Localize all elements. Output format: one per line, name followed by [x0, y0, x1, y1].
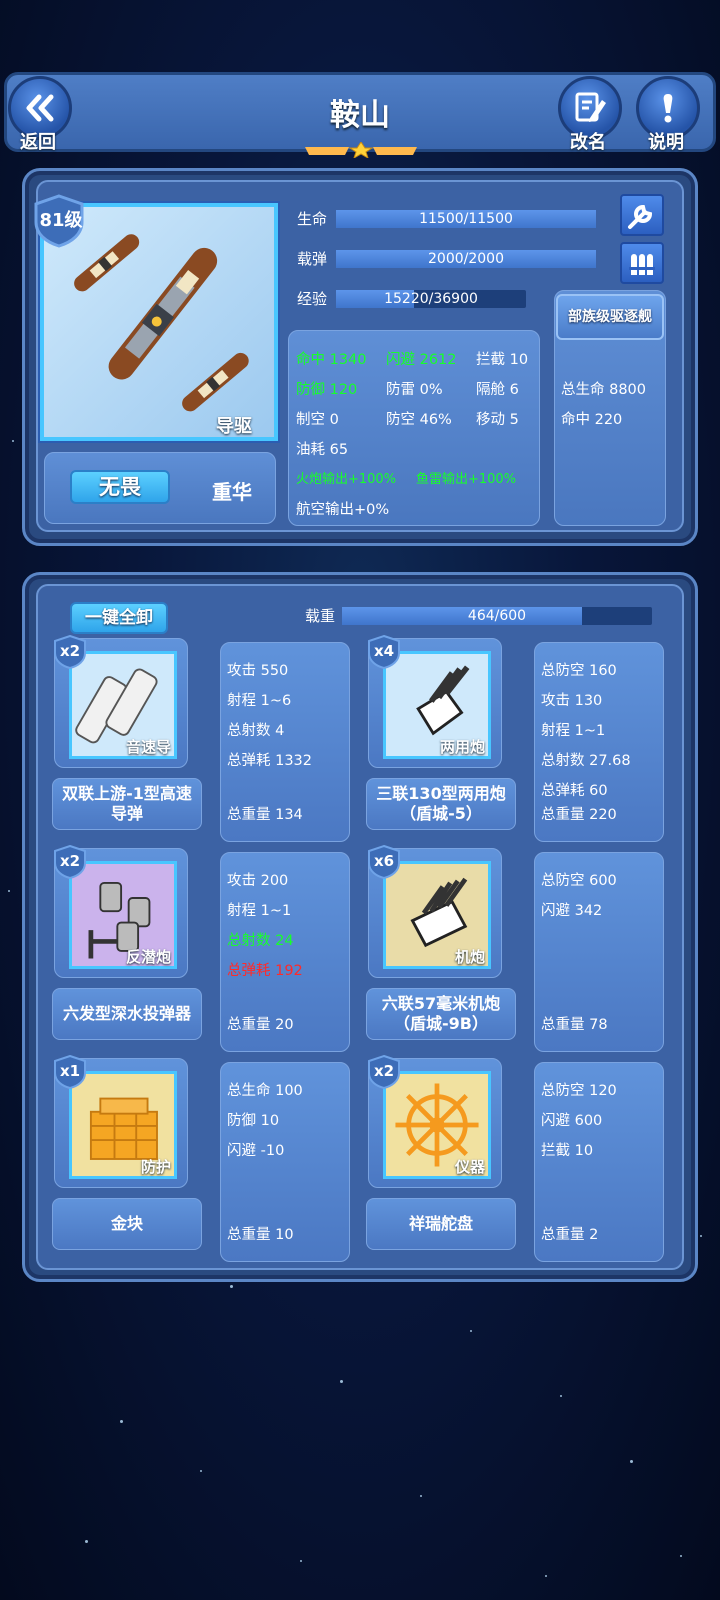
unequip-all-button[interactable]: 一键全卸: [70, 602, 168, 634]
equipment-slot-6[interactable]: x2 仪器: [368, 1055, 502, 1188]
equipment-kind: 防护: [140, 1158, 171, 1176]
equipment-stat: 总重量 134: [227, 807, 303, 823]
equipment-stat: 攻击 550: [227, 663, 289, 679]
equipment-stat: 闪避 -10: [227, 1143, 285, 1159]
equipment-stat: 总射数 24: [227, 933, 294, 949]
equipment-stat: 闪避 342: [541, 903, 603, 919]
equipment-stat: 总防空 120: [541, 1083, 617, 1099]
wrench-icon: [628, 204, 653, 229]
equipment-stat: 射程 1~6: [227, 693, 292, 709]
stat-defense: 防御 120: [296, 382, 358, 398]
stat-bulkhead: 隔舱 6: [476, 382, 519, 398]
stat-evade: 闪避 2612: [386, 352, 457, 368]
equipment-stat: 总弹耗 1332: [227, 753, 313, 769]
stat-intercept: 拦截 10: [476, 352, 529, 368]
equipment-stat: 总弹耗 192: [227, 963, 303, 979]
hp-bar: 生命 11500/11500: [290, 207, 610, 231]
equipment-stat: 拦截 10: [541, 1143, 594, 1159]
faction-label: 重华: [212, 480, 252, 504]
repair-button[interactable]: [620, 194, 664, 236]
equipment-stat: 射程 1~1: [541, 723, 606, 739]
equipment-stat: 总重量 2: [541, 1227, 599, 1243]
equipment-stat: 防御 10: [227, 1113, 280, 1129]
stat-move: 移动 5: [476, 412, 519, 428]
equipment-name: 祥瑞舵盘: [366, 1198, 516, 1250]
stat-torp-def: 防雷 0%: [386, 382, 443, 398]
weight-bar: 载重 464/600: [298, 604, 668, 628]
star-icon: [348, 142, 374, 158]
skill-button[interactable]: 无畏: [70, 470, 170, 504]
ship-level: 81级: [39, 210, 83, 231]
ammo-bar: 载弹 2000/2000: [290, 247, 610, 271]
equipment-count: x2: [373, 1062, 395, 1080]
equipment-name: 六发型深水投弹器: [52, 988, 202, 1040]
equipment-stats: 攻击 550 射程 1~6 总射数 4 总弹耗 1332 总重量 134: [220, 642, 350, 842]
equipment-count: x4: [373, 642, 395, 660]
ammo-icon: [629, 254, 655, 275]
equipment-stat: 总生命 100: [227, 1083, 303, 1099]
equipment-kind: 仪器: [454, 1158, 485, 1176]
equipment-stat: 闪避 600: [541, 1113, 603, 1129]
equipment-stats: 总防空 600 闪避 342 总重量 78: [534, 852, 664, 1052]
rename-pencil-icon: [575, 92, 606, 122]
class-bonus-hit: 命中 220: [561, 412, 623, 428]
equipment-name: 金块: [52, 1198, 202, 1250]
rank-star-bar: [305, 142, 417, 158]
equipment-stats: 总防空 160 攻击 130 射程 1~1 总射数 27.68 总弹耗 60 总重量 22…: [534, 642, 664, 842]
equipment-stat: 总防空 160: [541, 663, 617, 679]
exp-bar: 经验 15220/36900: [290, 287, 540, 311]
equipment-kind: 两用炮: [439, 738, 485, 756]
equipment-kind: 音速导: [125, 738, 171, 756]
equipment-stat: 总重量 20: [227, 1017, 294, 1033]
equipment-slot-1[interactable]: x2 音速导: [54, 635, 188, 768]
stat-gun-output: 火炮输出+100%: [296, 472, 397, 487]
equipment-stat: 射程 1~1: [227, 903, 292, 919]
stat-air-output: 航空输出+0%: [296, 502, 390, 518]
equipment-stats: 总防空 120 闪避 600 拦截 10 总重量 2: [534, 1062, 664, 1262]
equipment-kind: 反潜炮: [125, 948, 171, 966]
equipment-slot-3[interactable]: x2 反潜炮: [54, 845, 188, 978]
class-bonus-hp: 总生命 8800: [561, 382, 647, 398]
equipment-stat: 总弹耗 60: [541, 783, 608, 799]
stat-fuel: 油耗 65: [296, 442, 349, 458]
equipment-stats: 总生命 100 防御 10 闪避 -10 总重量 10: [220, 1062, 350, 1262]
equipment-kind: 机炮: [454, 948, 485, 966]
equipment-name: 双联上游-1型高速导弹: [52, 778, 202, 830]
class-bonus-title: 部族级驱逐舰: [556, 294, 664, 340]
ship-type-tag: 导驱: [216, 416, 252, 437]
equipment-stat: 总重量 78: [541, 1017, 608, 1033]
stat-hit: 命中 1340: [296, 352, 367, 368]
equipment-count: x1: [59, 1062, 81, 1080]
stat-torp-output: 鱼雷输出+100%: [416, 472, 517, 487]
equipment-stat: 总射数 4: [227, 723, 285, 739]
info-exclamation-icon: [663, 94, 673, 123]
equipment-name: 三联130型两用炮（盾城-5）: [366, 778, 516, 830]
equipment-stat: 总重量 220: [541, 807, 617, 823]
equipment-stat: 攻击 130: [541, 693, 603, 709]
equipment-count: x2: [59, 642, 81, 660]
stat-air-control: 制空 0: [296, 412, 339, 428]
equipment-slot-2[interactable]: x4 两用炮: [368, 635, 502, 768]
help-label: 说明: [648, 132, 684, 153]
equipment-count: x6: [373, 852, 395, 870]
equipment-stat: 总重量 10: [227, 1227, 294, 1243]
rename-label: 改名: [570, 132, 606, 153]
equipment-stat: 总射数 27.68: [541, 753, 631, 769]
resupply-button[interactable]: [620, 242, 664, 284]
equipment-stats: 攻击 200 射程 1~1 总射数 24 总弹耗 192 总重量 20: [220, 852, 350, 1052]
stat-aa: 防空 46%: [386, 412, 452, 428]
equipment-stat: 总防空 600: [541, 873, 617, 889]
equipment-slot-4[interactable]: x6 机炮: [368, 845, 502, 978]
equipment-name: 六联57毫米机炮（盾城-9B）: [366, 988, 516, 1040]
equipment-slot-5[interactable]: x1 防护: [54, 1055, 188, 1188]
equipment-count: x2: [59, 852, 81, 870]
equipment-stat: 攻击 200: [227, 873, 289, 889]
